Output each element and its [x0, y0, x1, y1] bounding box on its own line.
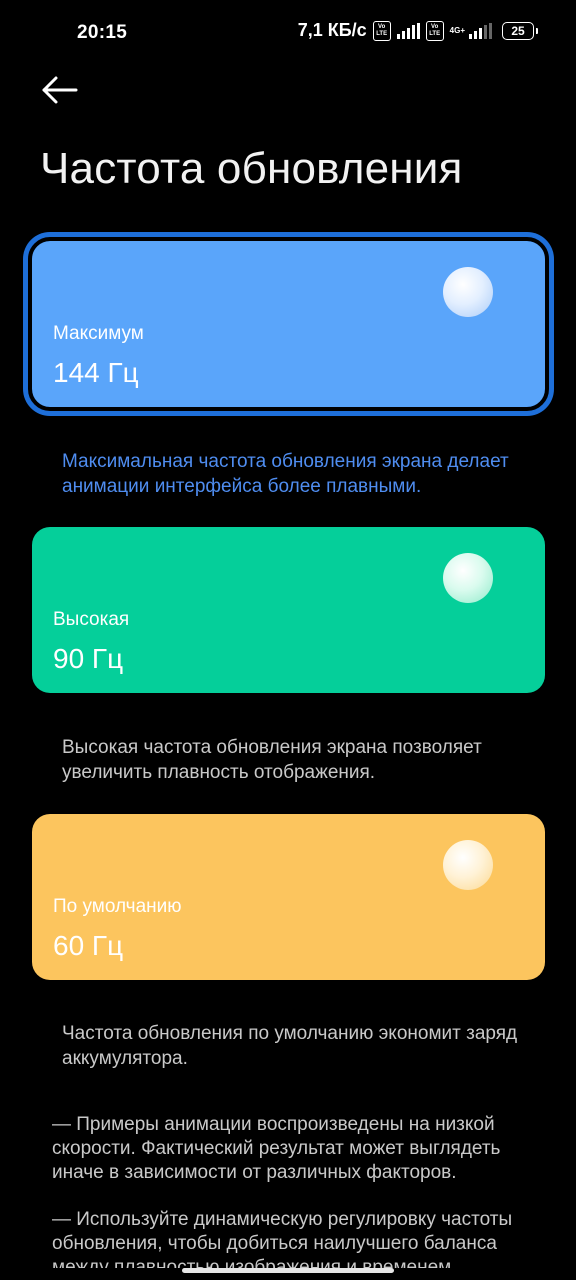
signal-icon-sim1: [396, 22, 420, 39]
signal-icon-sim2: [469, 22, 492, 39]
option-value: 60 Гц: [53, 930, 124, 961]
option-description-high: Высокая частота обновления экрана позвол…: [62, 737, 482, 783]
network-type: 4G+: [449, 25, 465, 35]
status-icons: 7,1 КБ/с Vo LTE Vo LTE 4G+ 25: [297, 20, 538, 41]
volte-label-top: Vo: [378, 23, 386, 30]
option-name: Высокая: [53, 609, 130, 630]
net-speed: 7,1 КБ/с: [297, 20, 367, 40]
option-value: 90 Гц: [53, 643, 124, 674]
option-card-default[interactable]: По умолчанию 60 Гц: [32, 814, 545, 980]
note-animation-speed: — Примеры анимации воспроизведены на низ…: [52, 1114, 501, 1183]
option-name: Максимум: [53, 323, 144, 344]
selection-indicator: [443, 553, 493, 603]
status-bar: 20:15 7,1 КБ/с Vo LTE Vo LTE 4G+ 25: [0, 0, 576, 66]
battery-icon: 25: [502, 21, 538, 40]
volte-label-bottom: LTE: [376, 30, 388, 37]
page-title: Частота обновления: [40, 144, 463, 193]
selection-indicator: [443, 840, 493, 890]
volte-icon-sim2: Vo LTE: [425, 20, 444, 41]
volte-icon: Vo LTE: [372, 20, 391, 41]
option-value: 144 Гц: [53, 357, 139, 388]
option-card-high[interactable]: Высокая 90 Гц: [32, 527, 545, 693]
option-name: По умолчанию: [53, 896, 182, 917]
status-time: 20:15: [77, 22, 128, 43]
option-description-maximum: Максимальная частота обновления экрана д…: [62, 451, 509, 497]
note-dynamic-refresh: — Используйте динамическую регулировку ч…: [52, 1209, 513, 1268]
arrow-left-icon: [42, 76, 78, 104]
back-button[interactable]: [38, 70, 82, 110]
selection-indicator: [443, 267, 493, 317]
home-indicator[interactable]: [182, 1268, 394, 1273]
option-description-default: Частота обновления по умолчанию экономит…: [62, 1023, 518, 1069]
option-card-maximum[interactable]: Максимум 144 Гц: [28, 237, 549, 411]
battery-level: 25: [511, 23, 525, 38]
